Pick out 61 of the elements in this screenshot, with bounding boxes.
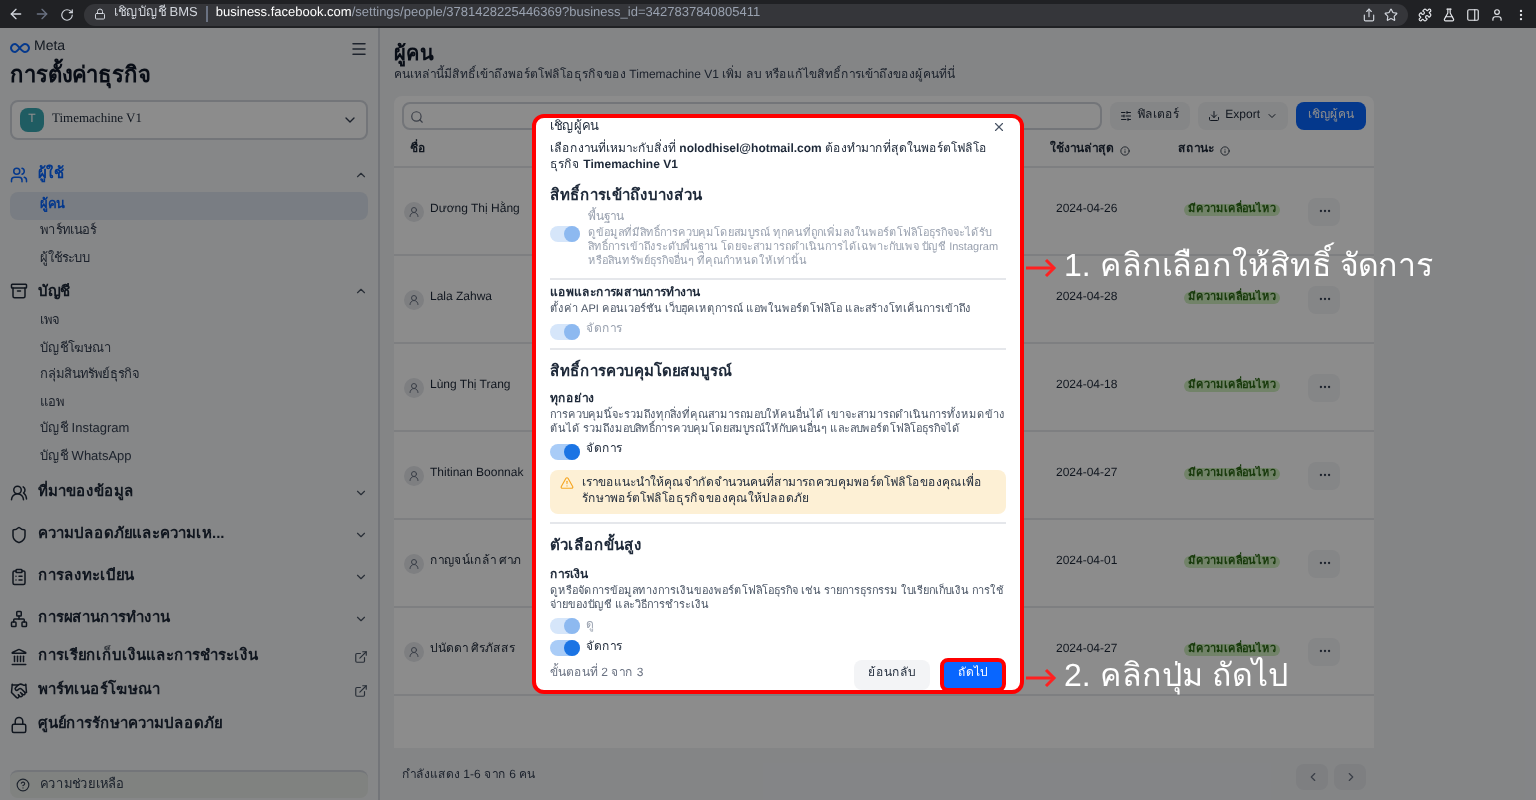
- chevron-down-icon: [354, 527, 368, 541]
- puzzle-icon[interactable]: [1418, 7, 1432, 21]
- user-avatar: [404, 641, 424, 661]
- shield-icon: [10, 525, 28, 543]
- user-avatar: [404, 465, 424, 485]
- infinity-logo-icon: [10, 42, 30, 54]
- info-icon: [1120, 146, 1130, 156]
- caret-icon: [1266, 110, 1278, 122]
- more-icon: [1317, 292, 1331, 306]
- lock-icon: [94, 8, 106, 20]
- more-icon: [1317, 556, 1331, 570]
- chevron-down-icon: [354, 569, 368, 583]
- clipboard-icon: [10, 567, 28, 585]
- info-icon: [1220, 146, 1230, 156]
- page-heading: ผู้คน: [394, 44, 434, 67]
- download-icon: [1207, 110, 1220, 122]
- forward-icon[interactable]: [34, 6, 50, 22]
- user-avatar: [404, 553, 424, 573]
- flask-icon[interactable]: [1442, 7, 1456, 21]
- chevron-right-icon: [1343, 769, 1357, 783]
- profile-icon[interactable]: [1490, 7, 1504, 21]
- sidebar-title: การตั้งค่าธุรกิจ: [10, 60, 368, 92]
- close-icon[interactable]: [992, 120, 1006, 135]
- annotation-arrow: [1026, 668, 1058, 688]
- box-icon: [10, 282, 28, 300]
- more-icon: [1317, 380, 1331, 394]
- user-avatar: [404, 201, 424, 221]
- menu-icon[interactable]: [350, 39, 368, 57]
- caret-icon: [342, 112, 358, 128]
- user-avatar: [404, 289, 424, 309]
- search-icon: [410, 109, 424, 123]
- share-icon[interactable]: [1362, 7, 1376, 21]
- chevron-down-icon: [354, 485, 368, 499]
- external-link-icon: [354, 649, 368, 663]
- more-icon[interactable]: [1514, 7, 1528, 21]
- bookmark-star-icon[interactable]: [1384, 7, 1398, 21]
- people-network-icon: [10, 483, 28, 501]
- more-icon: [1317, 644, 1331, 658]
- sliders-icon: [1119, 110, 1132, 122]
- chevron-up-icon: [354, 167, 368, 181]
- user-avatar: [404, 377, 424, 397]
- side-panel-icon[interactable]: [1466, 7, 1480, 21]
- reload-icon[interactable]: [60, 7, 74, 21]
- back-icon[interactable]: [8, 6, 24, 22]
- more-icon: [1317, 204, 1331, 218]
- handshake-icon: [10, 681, 28, 699]
- more-icon: [1317, 468, 1331, 482]
- lock-icon: [10, 715, 28, 733]
- chevron-up-icon: [354, 284, 368, 298]
- chevron-left-icon: [1305, 769, 1319, 783]
- chevron-down-icon: [354, 611, 368, 625]
- toggle-switch[interactable]: [550, 443, 580, 460]
- toggle-switch[interactable]: [550, 640, 580, 656]
- help-icon: [16, 778, 30, 792]
- external-link-icon: [354, 683, 368, 697]
- annotation-arrow: [1026, 258, 1058, 278]
- bank-icon: [10, 647, 28, 665]
- warning-icon: [560, 476, 574, 491]
- annotation-text: 2. คลิกปุ่ม ถัดไป: [1064, 655, 1289, 699]
- nodes-icon: [10, 609, 28, 627]
- users-icon: [10, 165, 28, 183]
